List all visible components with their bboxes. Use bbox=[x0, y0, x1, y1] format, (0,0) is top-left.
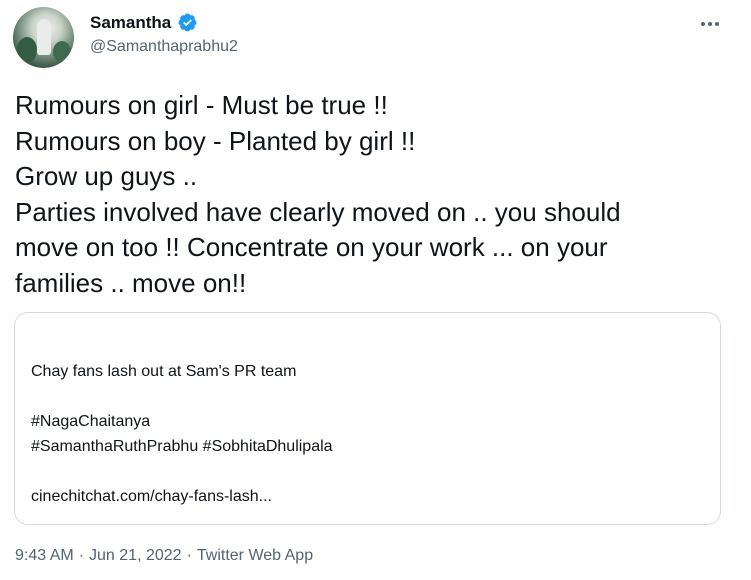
quoted-link-card[interactable]: Chay fans lash out at Sam's PR team #Nag… bbox=[14, 312, 721, 525]
author-name-row: Samantha bbox=[90, 12, 198, 33]
separator: · bbox=[78, 547, 85, 564]
author-display-name[interactable]: Samantha bbox=[90, 13, 171, 33]
card-hashtags: #SamanthaRuthPrabhu #SobhitaDhulipala bbox=[31, 438, 333, 455]
card-link[interactable]: cinechitchat.com/chay-fans-lash... bbox=[31, 488, 272, 506]
tweet-source[interactable]: Twitter Web App bbox=[197, 547, 313, 564]
avatar-foliage bbox=[17, 37, 37, 63]
card-hashtags: #NagaChaitanya bbox=[31, 413, 151, 430]
tweet-text-line: families .. move on!! bbox=[15, 267, 247, 298]
avatar[interactable] bbox=[13, 7, 74, 68]
tweet-text-line: Parties involved have clearly moved on .… bbox=[15, 196, 621, 227]
tweet-date[interactable]: Jun 21, 2022 bbox=[89, 547, 182, 564]
tweet-text-line: Grow up guys .. bbox=[15, 161, 198, 191]
tweet-time[interactable]: 9:43 AM bbox=[15, 547, 74, 564]
avatar-figure bbox=[37, 19, 51, 55]
author-handle[interactable]: @Samanthaprabhu2 bbox=[90, 38, 238, 56]
tweet: Samantha @Samanthaprabhu2 Rumours on gir… bbox=[0, 0, 751, 580]
tweet-metadata: 9:43 AM · Jun 21, 2022 · Twitter Web App bbox=[15, 547, 313, 565]
more-options-icon[interactable] bbox=[695, 12, 725, 36]
tweet-text-line: Rumours on boy - Planted by girl !! bbox=[15, 125, 416, 156]
separator: · bbox=[186, 547, 192, 564]
avatar-foliage bbox=[53, 41, 71, 63]
tweet-text: Rumours on girl - Must be true !! Rumour… bbox=[15, 88, 735, 301]
card-headline: Chay fans lash out at Sam's PR team bbox=[31, 363, 297, 380]
verified-badge-icon bbox=[178, 13, 197, 32]
tweet-text-line: move on too !! Concentrate on your work … bbox=[15, 232, 608, 262]
tweet-text-line: Rumours on girl - Must be true !! bbox=[15, 90, 388, 120]
